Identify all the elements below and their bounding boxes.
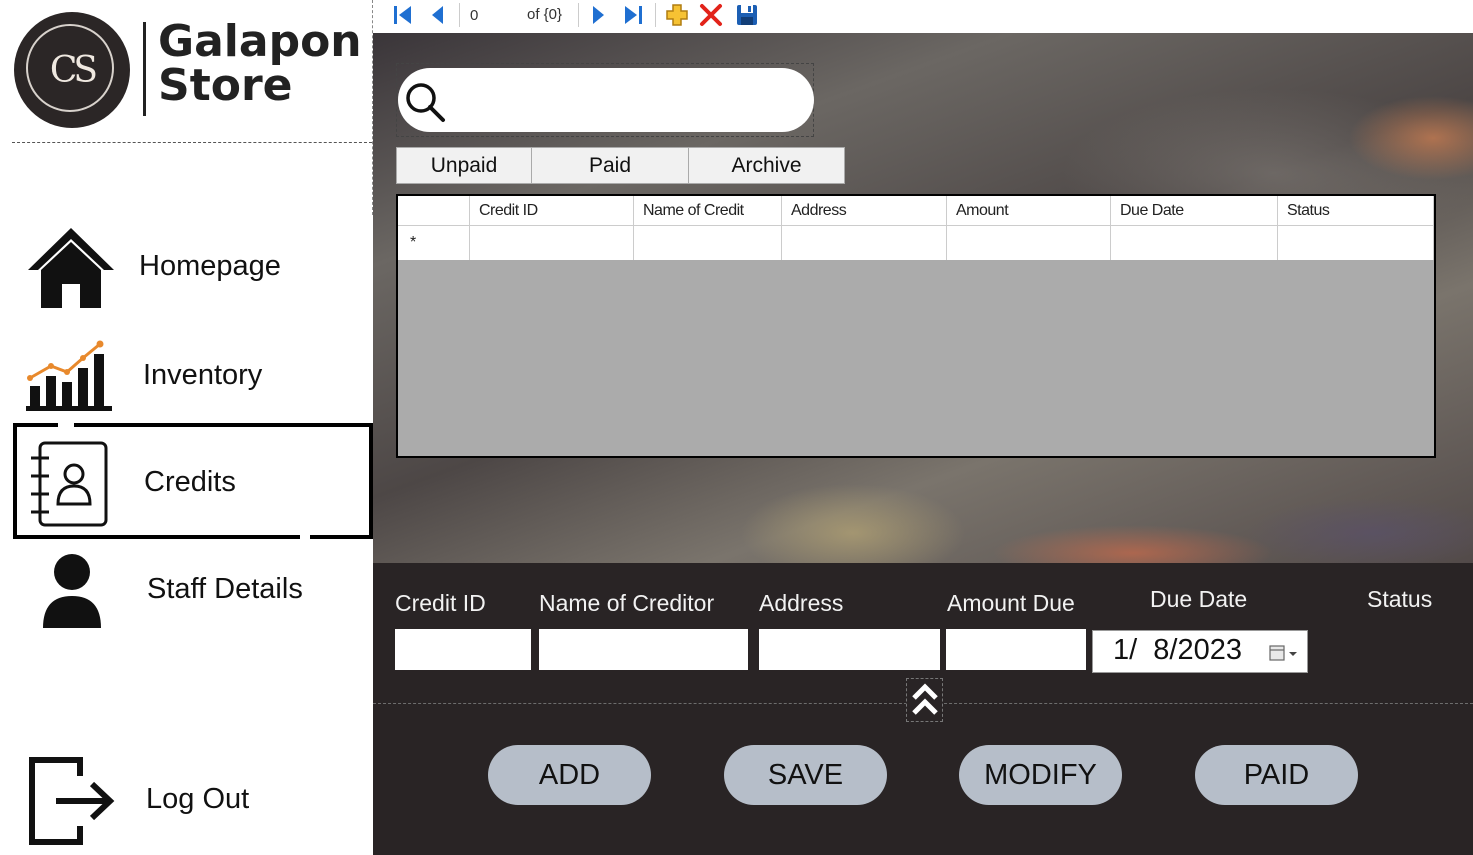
table-cell[interactable]: [634, 226, 782, 260]
double-chevron-up-icon: [911, 683, 938, 715]
person-icon: [43, 554, 101, 628]
delete-icon[interactable]: [699, 3, 723, 27]
save-button[interactable]: SAVE: [724, 745, 887, 805]
label-due-date: Due Date: [1150, 586, 1248, 612]
move-first-icon[interactable]: [391, 4, 415, 26]
sidebar-item-label: Homepage: [139, 250, 281, 282]
credits-grid[interactable]: Credit ID Name of Credit Address Amount …: [396, 194, 1436, 458]
position-value: 0: [470, 7, 479, 24]
paid-button[interactable]: PAID: [1195, 745, 1358, 805]
label-address: Address: [759, 590, 844, 616]
column-header-name-of-credit[interactable]: Name of Credit: [634, 196, 782, 226]
column-header-status[interactable]: Status: [1278, 196, 1434, 226]
add-button[interactable]: ADD: [488, 745, 651, 805]
add-new-icon[interactable]: [665, 3, 689, 27]
address-field[interactable]: [759, 629, 940, 670]
brand-line-1: Galapon: [158, 16, 362, 67]
toolbar-separator: [459, 3, 460, 27]
collapse-button[interactable]: [906, 678, 943, 722]
table-cell[interactable]: [1278, 226, 1434, 260]
sidebar-item-label: Log Out: [146, 783, 250, 815]
table-cell[interactable]: [782, 226, 947, 260]
table-cell[interactable]: [947, 226, 1111, 260]
label-amount-due: Amount Due: [947, 590, 1075, 616]
calendar-dropdown-icon[interactable]: [1268, 643, 1302, 663]
logo-monogram: CS: [49, 49, 98, 91]
sidebar-item-log-out[interactable]: Log Out: [0, 750, 373, 850]
new-row-marker: *: [410, 234, 417, 251]
toolbar-separator: [578, 3, 579, 27]
search-icon: [406, 83, 445, 122]
label-credit-id: Credit ID: [395, 590, 486, 616]
brand-line-2: Store: [158, 60, 293, 111]
column-header-address[interactable]: Address: [782, 196, 947, 226]
sidebar-item-inventory[interactable]: Inventory: [0, 328, 373, 428]
move-next-icon[interactable]: [588, 4, 608, 26]
label-status: Status: [1367, 586, 1433, 612]
binding-navigator: 0 of {0}: [373, 0, 1473, 33]
tab-unpaid[interactable]: Unpaid: [396, 147, 532, 184]
selection-frame-gap: [58, 418, 74, 432]
new-row-header[interactable]: *: [398, 226, 470, 260]
label-name-of-creditor: Name of Creditor: [539, 590, 715, 616]
tab-archive[interactable]: Archive: [688, 147, 845, 184]
sidebar-item-homepage[interactable]: Homepage: [0, 218, 373, 318]
row-header-corner: [398, 196, 470, 226]
due-date-value: 1/ 8/2023: [1113, 634, 1242, 666]
home-icon: [28, 228, 114, 308]
move-previous-icon[interactable]: [428, 4, 448, 26]
logout-icon: [29, 757, 115, 845]
selection-frame-gap: [300, 532, 310, 544]
column-header-credit-id[interactable]: Credit ID: [470, 196, 634, 226]
contact-book-icon: [31, 441, 108, 527]
modify-button[interactable]: MODIFY: [959, 745, 1122, 805]
tab-paid[interactable]: Paid: [531, 147, 689, 184]
table-cell[interactable]: [1111, 226, 1278, 260]
sidebar-item-label: Inventory: [143, 359, 263, 391]
sidebar-divider: [12, 142, 372, 143]
sidebar: CS Galapon Store Homepage Inventory Cred…: [0, 0, 373, 855]
amount-due-field[interactable]: [946, 629, 1086, 670]
column-header-amount[interactable]: Amount: [947, 196, 1111, 226]
save-icon[interactable]: [735, 3, 759, 27]
creditor-name-field[interactable]: [539, 629, 748, 670]
sidebar-item-label: Credits: [144, 466, 236, 498]
count-label: of {0}: [527, 6, 563, 23]
position-field[interactable]: 0: [464, 4, 516, 26]
table-cell[interactable]: [470, 226, 634, 260]
credit-id-field[interactable]: [395, 629, 531, 670]
brand-name: Galapon Store: [158, 20, 362, 108]
logo-divider: [143, 22, 146, 116]
toolbar-separator: [655, 3, 656, 27]
move-last-icon[interactable]: [621, 4, 645, 26]
sidebar-item-label: Staff Details: [147, 573, 303, 605]
search-input[interactable]: [398, 68, 814, 132]
sidebar-item-staff-details[interactable]: Staff Details: [0, 548, 373, 648]
bar-chart-icon: [26, 340, 112, 411]
column-header-due-date[interactable]: Due Date: [1111, 196, 1278, 226]
